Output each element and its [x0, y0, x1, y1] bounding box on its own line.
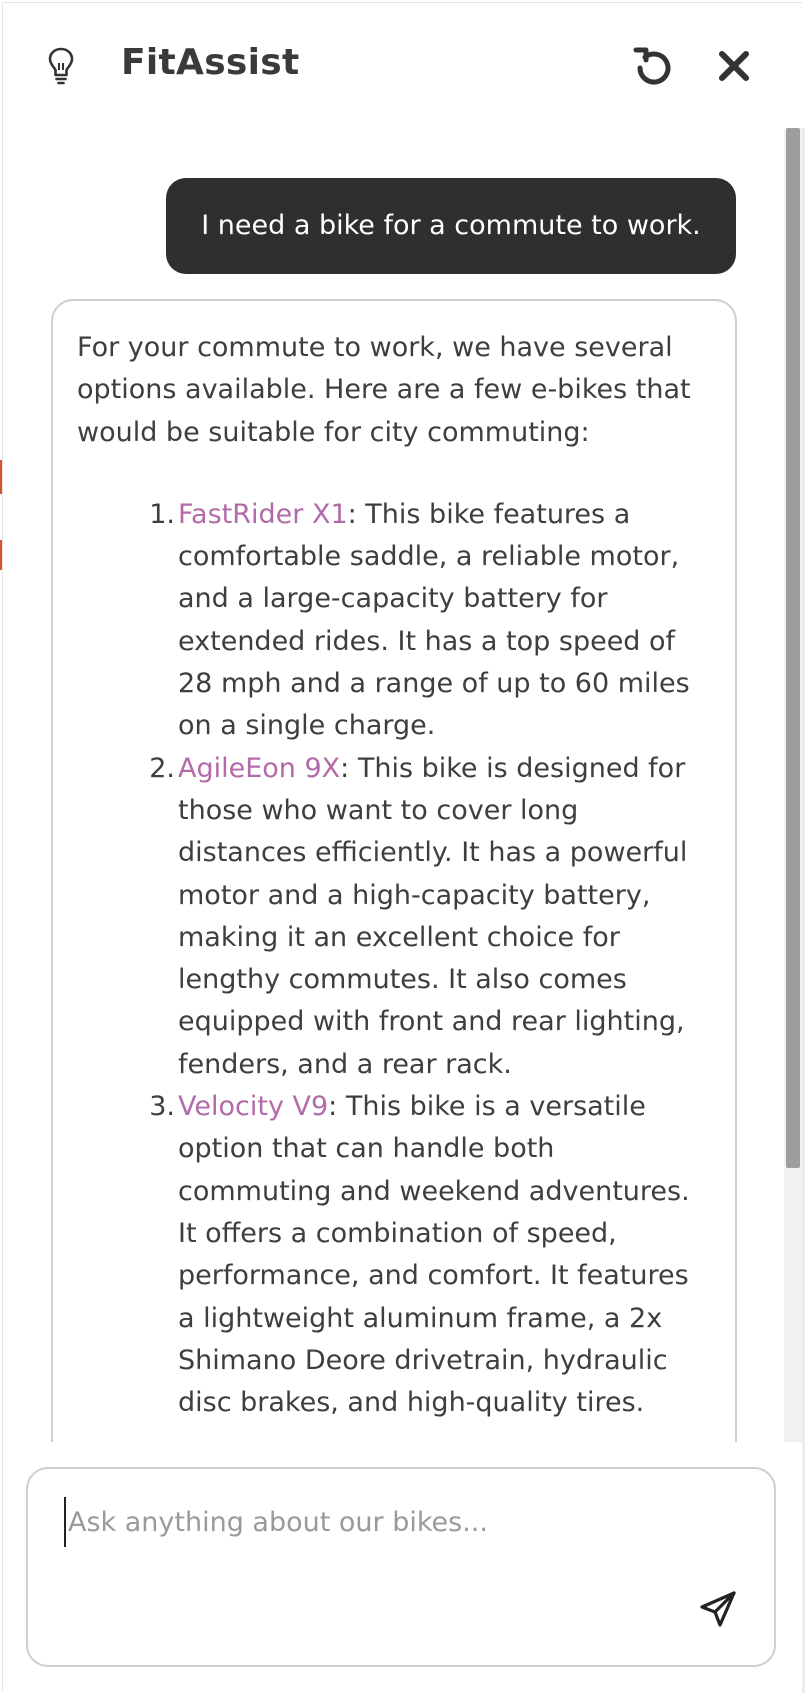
chat-header: FitAssist — [0, 0, 805, 128]
assistant-intro-text: For your commute to work, we have severa… — [77, 332, 691, 448]
list-number: 1. — [149, 498, 175, 530]
assistant-message: For your commute to work, we have severa… — [51, 299, 737, 1442]
chat-panel: FitAssist I need a bike for a commute to… — [0, 0, 805, 1693]
scrollbar-thumb[interactable] — [786, 128, 800, 1168]
user-message: I need a bike for a commute to work. — [166, 178, 736, 274]
bike-link-velocity-v9[interactable]: Velocity V9 — [178, 1091, 328, 1122]
bike-description: : This bike is a versatile option that c… — [178, 1091, 690, 1419]
message-composer — [26, 1467, 776, 1667]
list-number: 2. — [149, 752, 175, 784]
app-title: FitAssist — [121, 42, 300, 83]
bike-recommendation-list: 1. FastRider X1: This bike features a co… — [77, 494, 711, 1425]
chat-input[interactable] — [64, 1497, 664, 1547]
list-item: 1. FastRider X1: This bike features a co… — [77, 494, 711, 748]
bike-description: : This bike is designed for those who wa… — [178, 752, 688, 1080]
bike-link-fastrider-x1[interactable]: FastRider X1 — [178, 499, 348, 530]
message-list[interactable]: I need a bike for a commute to work. For… — [0, 128, 784, 1442]
lightbulb-icon[interactable] — [46, 46, 76, 86]
send-icon[interactable] — [696, 1587, 740, 1631]
close-icon[interactable] — [710, 42, 758, 90]
refresh-icon[interactable] — [630, 44, 678, 92]
bike-link-agileeon-9x[interactable]: AgileEon 9X — [178, 753, 340, 784]
bike-description: : This bike features a comfortable saddl… — [178, 498, 690, 742]
list-item: 2. AgileEon 9X: This bike is designed fo… — [77, 748, 711, 1086]
list-item: 3. Velocity V9: This bike is a versatile… — [77, 1086, 711, 1424]
list-number: 3. — [149, 1091, 175, 1123]
